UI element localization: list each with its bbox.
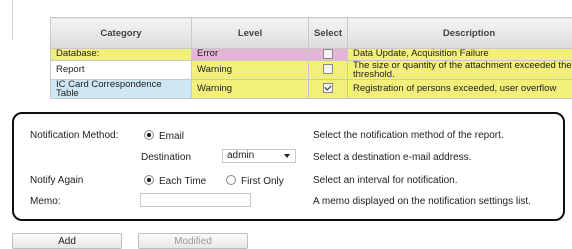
header-category[interactable]: Category [51, 18, 192, 49]
table-row[interactable]: IC Card Correspondence Table Warning Reg… [51, 79, 572, 98]
row-description: Data Update, Acquisition Failure [348, 49, 572, 61]
row-category: Database: [51, 49, 192, 61]
row-level: Warning [192, 60, 309, 79]
first-only-radio-option[interactable]: First Only [226, 175, 284, 187]
destination-help: Select a destination e-mail address. [313, 152, 471, 163]
row-level: Warning [192, 79, 309, 98]
destination-select[interactable]: admin [222, 149, 296, 163]
each-time-radio-option[interactable]: Each Time [144, 175, 206, 187]
row-level: Error [192, 49, 309, 61]
table-row[interactable]: Database: Error Data Update, Acquisition… [51, 49, 572, 61]
row-description: The size or quantity of the attachment e… [348, 60, 572, 79]
email-radio[interactable] [144, 130, 154, 140]
table-row[interactable]: Report Warning The size or quantity of t… [51, 60, 572, 79]
notify-again-label: Notify Again [30, 175, 83, 186]
select-checkbox[interactable] [323, 83, 333, 93]
select-checkbox[interactable] [323, 64, 333, 74]
memo-help: A memo displayed on the notification set… [313, 196, 531, 207]
destination-label: Destination [141, 152, 191, 163]
each-time-radio[interactable] [144, 175, 154, 185]
header-description[interactable]: Description [348, 18, 572, 49]
notification-category-table: Category Level Select Description Databa… [50, 17, 572, 99]
email-radio-option[interactable]: Email [144, 130, 184, 142]
add-button[interactable]: Add [12, 233, 122, 249]
chevron-down-icon [284, 154, 290, 158]
notification-method-help: Select the notification method of the re… [313, 130, 504, 141]
row-description: Registration of persons exceeded, user o… [348, 79, 572, 98]
memo-label: Memo: [30, 196, 61, 207]
first-only-radio[interactable] [226, 175, 236, 185]
row-category: Report [51, 60, 192, 79]
header-select[interactable]: Select [309, 18, 348, 49]
memo-input[interactable] [140, 193, 251, 207]
notification-method-label: Notification Method: [30, 130, 118, 141]
header-level[interactable]: Level [192, 18, 309, 49]
left-divider [12, 0, 13, 40]
modified-button[interactable]: Modified [138, 233, 248, 249]
select-checkbox[interactable] [323, 49, 333, 59]
notify-again-help: Select an interval for notification. [313, 175, 458, 186]
row-category: IC Card Correspondence Table [51, 79, 192, 98]
